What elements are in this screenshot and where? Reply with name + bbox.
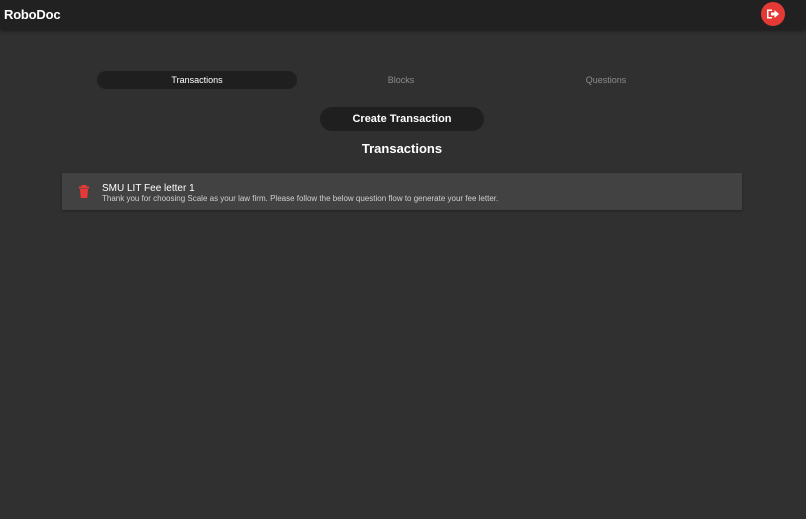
app-title: RoboDoc <box>4 7 61 22</box>
tab-blocks[interactable]: Blocks <box>301 71 501 89</box>
app-bar: RoboDoc <box>0 0 806 29</box>
page-title: Transactions <box>361 141 443 156</box>
logout-icon <box>767 9 779 19</box>
logout-button[interactable] <box>761 2 785 26</box>
list-item[interactable]: SMU LIT Fee letter 1 Thank you for choos… <box>62 173 742 210</box>
create-transaction-button[interactable]: Create Transaction <box>320 107 484 131</box>
transaction-list: SMU LIT Fee letter 1 Thank you for choos… <box>62 173 742 210</box>
transaction-title: SMU LIT Fee letter 1 <box>102 183 195 194</box>
transaction-description: Thank you for choosing Scale as your law… <box>102 194 499 203</box>
tab-bar: Transactions Blocks Questions <box>97 71 709 89</box>
tab-questions[interactable]: Questions <box>506 71 706 89</box>
tab-transactions[interactable]: Transactions <box>97 71 297 89</box>
trash-icon <box>79 185 89 198</box>
delete-button[interactable] <box>78 185 90 198</box>
